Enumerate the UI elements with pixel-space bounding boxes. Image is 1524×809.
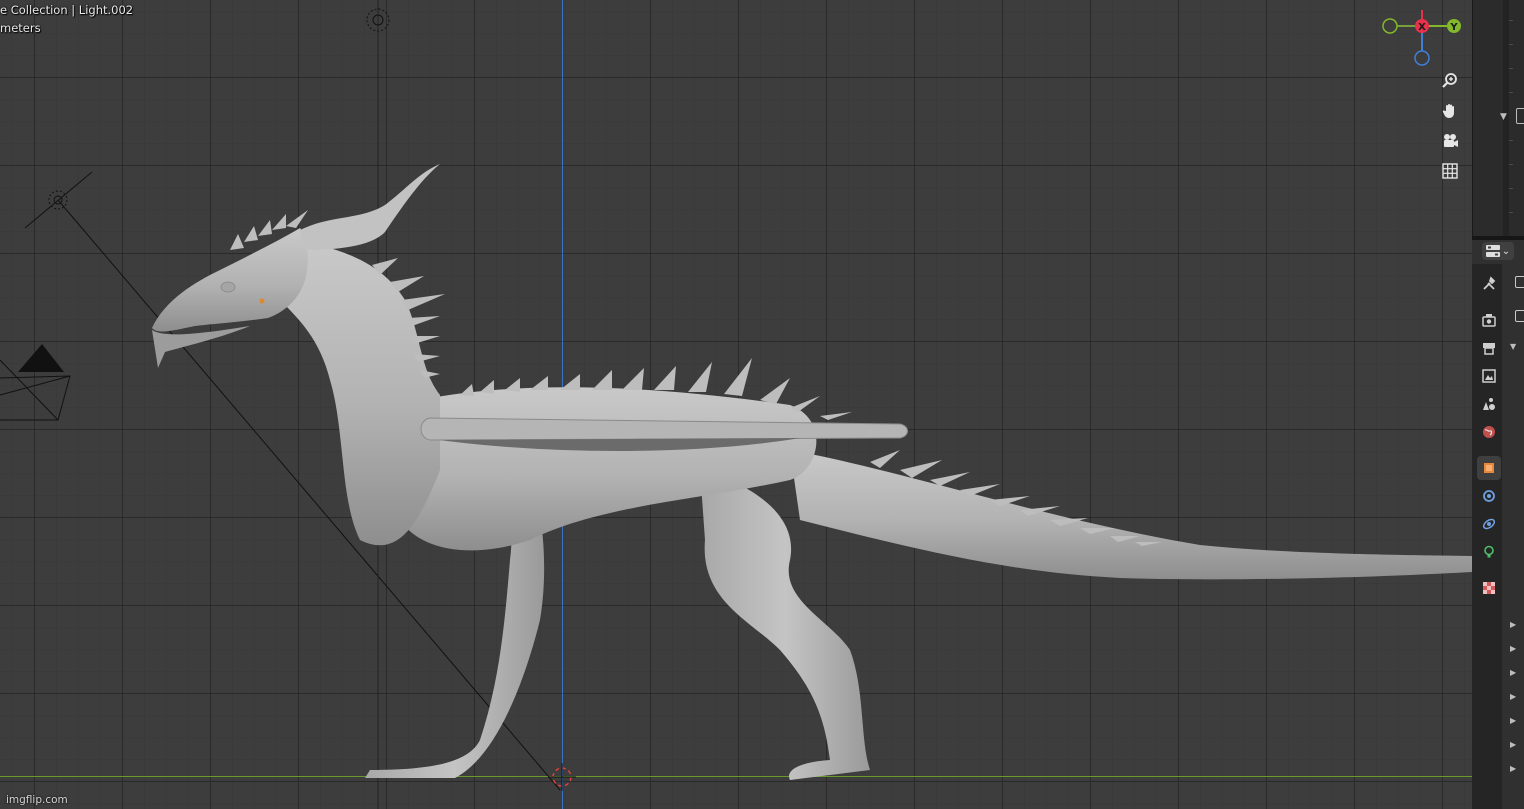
output-icon [1483, 343, 1495, 355]
gizmo-x-label: X [1418, 22, 1426, 33]
zoom-icon [1442, 73, 1457, 88]
panel-collapse-arrow-icon[interactable]: ▶ [1510, 644, 1516, 653]
panel-collapse-arrow-icon[interactable]: ▶ [1510, 716, 1516, 725]
tool-icon [1483, 276, 1496, 290]
panel-expand-arrow-icon[interactable]: ▼ [1510, 342, 1516, 351]
tab-particles[interactable] [1477, 512, 1501, 536]
dragon-mesh[interactable] [152, 164, 1472, 780]
grid-icon [1442, 163, 1458, 179]
outliner-expand-arrow-icon[interactable]: ▼ [1500, 112, 1507, 122]
perspective-toggle-button[interactable] [1437, 158, 1463, 184]
3d-viewport[interactable]: e Collection | Light.002 meters imgflip.… [0, 0, 1472, 809]
watermark-text: imgflip.com [6, 794, 68, 806]
world-icon [1483, 426, 1495, 438]
hand-pan-icon [1442, 104, 1454, 118]
gizmo-y-label: Y [1449, 22, 1458, 33]
render-icon [1482, 314, 1496, 327]
chevron-down-icon: ⌄ [1501, 245, 1511, 257]
tab-tool[interactable] [1477, 272, 1501, 296]
tab-modifier[interactable] [1477, 484, 1501, 508]
zoom-button[interactable] [1437, 68, 1463, 94]
tab-world[interactable] [1477, 420, 1501, 444]
view-layer-icon [1482, 369, 1496, 383]
tab-scene[interactable] [1477, 392, 1501, 416]
3d-cursor[interactable] [548, 763, 576, 791]
tab-object-data[interactable] [1477, 540, 1501, 564]
tab-output[interactable] [1477, 336, 1501, 360]
camera-icon [1444, 134, 1458, 147]
pan-button[interactable] [1437, 98, 1463, 124]
panel-collapse-arrow-icon[interactable]: ▶ [1510, 692, 1516, 701]
texture-icon [1483, 582, 1495, 594]
particles-icon [1482, 518, 1496, 530]
modifier-icon [1483, 490, 1495, 502]
tab-object[interactable] [1477, 456, 1501, 480]
panel-checkbox[interactable] [1515, 310, 1524, 322]
tab-view-layer[interactable] [1477, 364, 1501, 388]
object-data-icon [1484, 545, 1494, 558]
scene-icon [1483, 398, 1495, 410]
properties-editor-icon [1485, 245, 1500, 257]
object-icon [1484, 463, 1494, 473]
panel-collapse-arrow-icon[interactable]: ▶ [1510, 764, 1516, 773]
panel-collapse-arrow-icon[interactable]: ▶ [1510, 668, 1516, 677]
navigation-gizmo[interactable]: X Y [1378, 8, 1466, 70]
scene-drawing [0, 0, 1472, 809]
gizmo-neg-y[interactable] [1382, 18, 1398, 34]
panel-checkbox[interactable] [1515, 276, 1524, 288]
camera-view-button[interactable] [1437, 128, 1463, 154]
viewport-info-collection: e Collection | Light.002 [0, 3, 134, 17]
camera-object[interactable] [0, 344, 71, 421]
panel-collapse-arrow-icon[interactable]: ▶ [1510, 620, 1516, 629]
viewport-info-units: meters [0, 21, 41, 35]
tab-render[interactable] [1477, 308, 1501, 332]
panel-collapse-arrow-icon[interactable]: ▶ [1510, 740, 1516, 749]
tab-texture[interactable] [1477, 576, 1501, 600]
editor-type-button[interactable]: ⌄ [1482, 242, 1514, 260]
outliner-collection-icon[interactable] [1516, 108, 1524, 124]
gizmo-neg-z[interactable] [1414, 50, 1430, 66]
